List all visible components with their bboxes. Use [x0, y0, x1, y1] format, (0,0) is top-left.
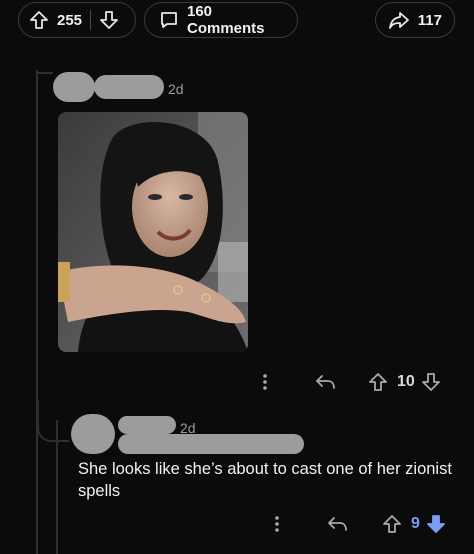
username-redacted[interactable] — [94, 75, 164, 99]
header-connector — [37, 72, 53, 92]
upvote-icon[interactable] — [29, 10, 49, 30]
reply-icon[interactable] — [326, 515, 348, 533]
share-button[interactable]: 117 — [375, 2, 455, 38]
username-redacted[interactable] — [118, 416, 176, 434]
comments-button[interactable]: 160 Comments — [144, 2, 298, 38]
more-options-icon[interactable] — [272, 514, 282, 534]
upvote-icon[interactable] — [382, 514, 402, 534]
comment-age: 2d — [168, 81, 184, 97]
parent-comment-actions: 10 — [260, 372, 441, 392]
comment-age: 2d — [180, 420, 196, 436]
share-count: 117 — [417, 11, 442, 29]
more-options-icon[interactable] — [260, 372, 270, 392]
vote-count: 9 — [411, 515, 420, 532]
comment-bubble-icon — [159, 10, 179, 30]
upvote-icon[interactable] — [368, 372, 388, 392]
portrait-photo — [58, 112, 248, 352]
comments-label: 160 Comments — [187, 3, 265, 37]
post-vote-count: 255 — [57, 11, 83, 29]
vote-count: 10 — [397, 373, 415, 390]
downvote-icon[interactable] — [99, 10, 119, 30]
reply-comment-actions: 9 — [272, 514, 446, 534]
post-vote-bar: 255 — [18, 2, 136, 38]
avatar[interactable] — [53, 72, 95, 102]
downvote-active-icon[interactable] — [426, 514, 446, 534]
downvote-icon[interactable] — [421, 372, 441, 392]
thread-line-outer — [36, 70, 38, 554]
reply-connector — [37, 400, 69, 442]
share-arrow-icon — [388, 10, 410, 30]
comment-body: She looks like she’s about to cast one o… — [78, 460, 452, 500]
avatar[interactable] — [71, 414, 115, 454]
comment-image[interactable] — [58, 112, 248, 352]
vote-divider — [90, 10, 92, 30]
flair-redacted — [118, 434, 304, 454]
reply-icon[interactable] — [314, 373, 336, 391]
